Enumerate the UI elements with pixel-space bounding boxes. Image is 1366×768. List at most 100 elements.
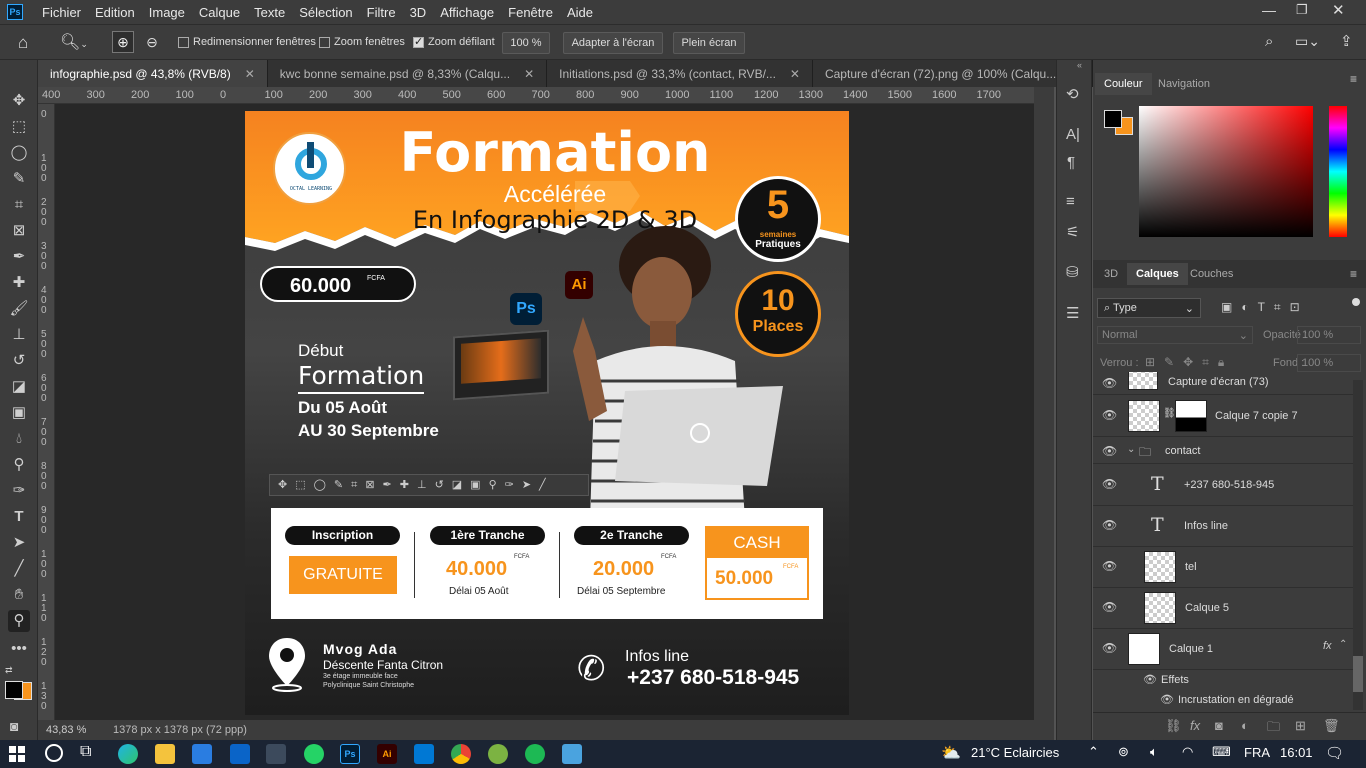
- tab-3d[interactable]: 3D: [1095, 263, 1127, 285]
- layer-name[interactable]: +237 680-518-945: [1184, 479, 1274, 491]
- menu-texte[interactable]: Texte: [247, 5, 292, 20]
- search-icon[interactable]: ⌕: [1265, 33, 1273, 50]
- layer-row[interactable]: 👁︎ ⛓ Calque 7 copie 7: [1093, 396, 1353, 437]
- mail-icon[interactable]: [230, 744, 250, 764]
- menu-edition[interactable]: Edition: [88, 5, 142, 20]
- scrubby-zoom-checkbox[interactable]: Zoom défilant: [413, 35, 495, 48]
- paragraph-icon[interactable]: ¶: [1067, 154, 1075, 171]
- full-screen-button[interactable]: Plein écran: [673, 32, 745, 54]
- visibility-eye-icon[interactable]: 👁︎: [1102, 409, 1117, 421]
- filter-toggle[interactable]: [1352, 298, 1360, 306]
- weather-icon[interactable]: ⛅: [941, 743, 961, 763]
- keyboard-icon[interactable]: ⌨: [1212, 744, 1231, 760]
- tab-kwc[interactable]: kwc bonne semaine.psd @ 8,33% (Calqu... ✕: [267, 60, 548, 87]
- frame-tool-icon[interactable]: ⊠: [8, 220, 30, 242]
- webcam-icon[interactable]: ⊚: [1118, 744, 1129, 760]
- vertical-scrollbar[interactable]: [1034, 87, 1054, 740]
- pen-tool-icon[interactable]: ✑: [8, 480, 30, 502]
- tab-couches[interactable]: Couches: [1181, 263, 1242, 285]
- photo-viewer-icon[interactable]: [562, 744, 582, 764]
- more-tools-icon[interactable]: •••: [8, 638, 30, 660]
- healing-brush-icon[interactable]: ✚: [8, 272, 30, 294]
- utorrent-icon[interactable]: [488, 744, 508, 764]
- layer-row[interactable]: 👁︎ Calque 5: [1093, 588, 1353, 629]
- add-mask-icon[interactable]: ◙: [1215, 718, 1223, 733]
- swap-colors-icon[interactable]: ⇄: [5, 665, 13, 676]
- eraser-tool-icon[interactable]: ◪: [8, 376, 30, 398]
- zoom-tool-icon[interactable]: ⚲: [8, 610, 30, 632]
- zoom-value-field[interactable]: 100 %: [502, 32, 550, 54]
- restore-icon[interactable]: ❐: [1296, 2, 1308, 18]
- visibility-eye-icon[interactable]: 👁︎: [1102, 601, 1117, 613]
- hue-slider[interactable]: [1329, 106, 1347, 237]
- effect-row[interactable]: 👁︎ Incrustation en dégradé: [1093, 690, 1353, 710]
- zoom-tool-preset-icon[interactable]: 🔍︎⌄: [60, 32, 88, 52]
- layer-group-row[interactable]: 👁︎ ⌄ 🗀 contact: [1093, 438, 1353, 464]
- layer-name[interactable]: tel: [1185, 561, 1197, 573]
- history-brush-icon[interactable]: ↺: [8, 350, 30, 372]
- fg-color-chip[interactable]: [1104, 110, 1122, 128]
- layer-filter-select[interactable]: ⌕ Type ⌄: [1097, 298, 1201, 318]
- line-tool-icon[interactable]: ╱: [8, 558, 30, 580]
- color-picker-field[interactable]: [1139, 106, 1313, 237]
- clock[interactable]: 16:01: [1280, 745, 1313, 760]
- layer-name[interactable]: Infos line: [1184, 520, 1228, 532]
- vscode-icon[interactable]: [414, 744, 434, 764]
- photoshop-logo-icon[interactable]: Ps: [7, 4, 23, 20]
- gradient-tool-icon[interactable]: ▣: [8, 402, 30, 424]
- new-group-icon[interactable]: 🗀: [1267, 718, 1280, 740]
- visibility-eye-icon[interactable]: 👁︎: [1102, 642, 1117, 654]
- foreground-color-swatch[interactable]: [5, 681, 23, 699]
- layers-scrollbar[interactable]: [1353, 380, 1363, 710]
- share-icon[interactable]: ⇪: [1340, 32, 1353, 50]
- character-icon[interactable]: A|: [1066, 126, 1080, 143]
- lock-icons[interactable]: ⊞✎✥⌗🔒︎: [1145, 355, 1233, 370]
- expand-panels-icon[interactable]: «: [1077, 60, 1082, 70]
- tray-chevron-icon[interactable]: ⌃: [1088, 744, 1099, 760]
- visibility-eye-icon[interactable]: 👁︎: [1102, 519, 1117, 531]
- libraries-icon[interactable]: ⛁: [1066, 263, 1079, 281]
- tab-close-icon[interactable]: ✕: [245, 67, 255, 81]
- status-zoom[interactable]: 43,83 %: [46, 724, 106, 736]
- stamp-tool-icon[interactable]: ⊥: [8, 324, 30, 346]
- tab-close-icon[interactable]: ✕: [524, 67, 534, 81]
- new-layer-icon[interactable]: ⊞: [1295, 718, 1306, 734]
- photoshop-taskbar-icon[interactable]: Ps: [340, 744, 360, 764]
- panel-menu-icon[interactable]: ≡: [1350, 72, 1357, 86]
- type-tool-icon[interactable]: T: [8, 506, 30, 528]
- minimize-icon[interactable]: —: [1262, 2, 1276, 18]
- path-select-icon[interactable]: ➤: [8, 532, 30, 554]
- adjustment-layer-icon[interactable]: ◐: [1241, 718, 1249, 733]
- scrollbar-thumb[interactable]: [1353, 656, 1363, 692]
- visibility-eye-icon[interactable]: 👁︎: [1143, 673, 1157, 686]
- marquee-tool-icon[interactable]: ⬚: [8, 116, 30, 138]
- zoom-out-icon[interactable]: ⊖: [142, 32, 162, 52]
- weather-text[interactable]: 21°C Eclaircies: [971, 745, 1059, 760]
- menu-image[interactable]: Image: [142, 5, 192, 20]
- task-view-icon[interactable]: ⧉: [80, 743, 91, 761]
- home-icon[interactable]: ⌂: [18, 33, 28, 53]
- layer-row[interactable]: 👁︎ Capture d'écran (73): [1093, 372, 1353, 395]
- language-indicator[interactable]: FRA: [1244, 745, 1270, 760]
- brush-tool-icon[interactable]: 🖌︎: [8, 298, 30, 320]
- tab-close-icon[interactable]: ✕: [790, 67, 800, 81]
- resize-windows-checkbox[interactable]: Redimensionner fenêtres: [178, 36, 316, 48]
- dodge-tool-icon[interactable]: ⚲: [8, 454, 30, 476]
- close-icon[interactable]: ✕: [1332, 1, 1345, 19]
- visibility-eye-icon[interactable]: 👁︎: [1102, 445, 1117, 457]
- zoom-in-icon[interactable]: ⊕: [112, 31, 134, 53]
- layer-name[interactable]: Calque 1: [1169, 643, 1213, 655]
- link-layers-icon[interactable]: ⛓: [1165, 718, 1182, 734]
- spotify-icon[interactable]: [525, 744, 545, 764]
- eyedropper-icon[interactable]: ✒: [8, 246, 30, 268]
- illustrator-taskbar-icon[interactable]: Ai: [377, 744, 397, 764]
- layer-mask-thumbnail[interactable]: [1175, 400, 1207, 432]
- layer-name[interactable]: contact: [1165, 445, 1200, 457]
- blur-tool-icon[interactable]: 💧︎: [8, 428, 30, 450]
- menu-filtre[interactable]: Filtre: [360, 5, 403, 20]
- tab-couleur[interactable]: Couleur: [1095, 73, 1152, 95]
- tool-presets-icon[interactable]: ⚟: [1066, 223, 1079, 241]
- windows-start-icon[interactable]: [9, 746, 25, 762]
- brushes-icon[interactable]: ≡: [1066, 193, 1075, 210]
- menu-selection[interactable]: Sélection: [292, 5, 359, 20]
